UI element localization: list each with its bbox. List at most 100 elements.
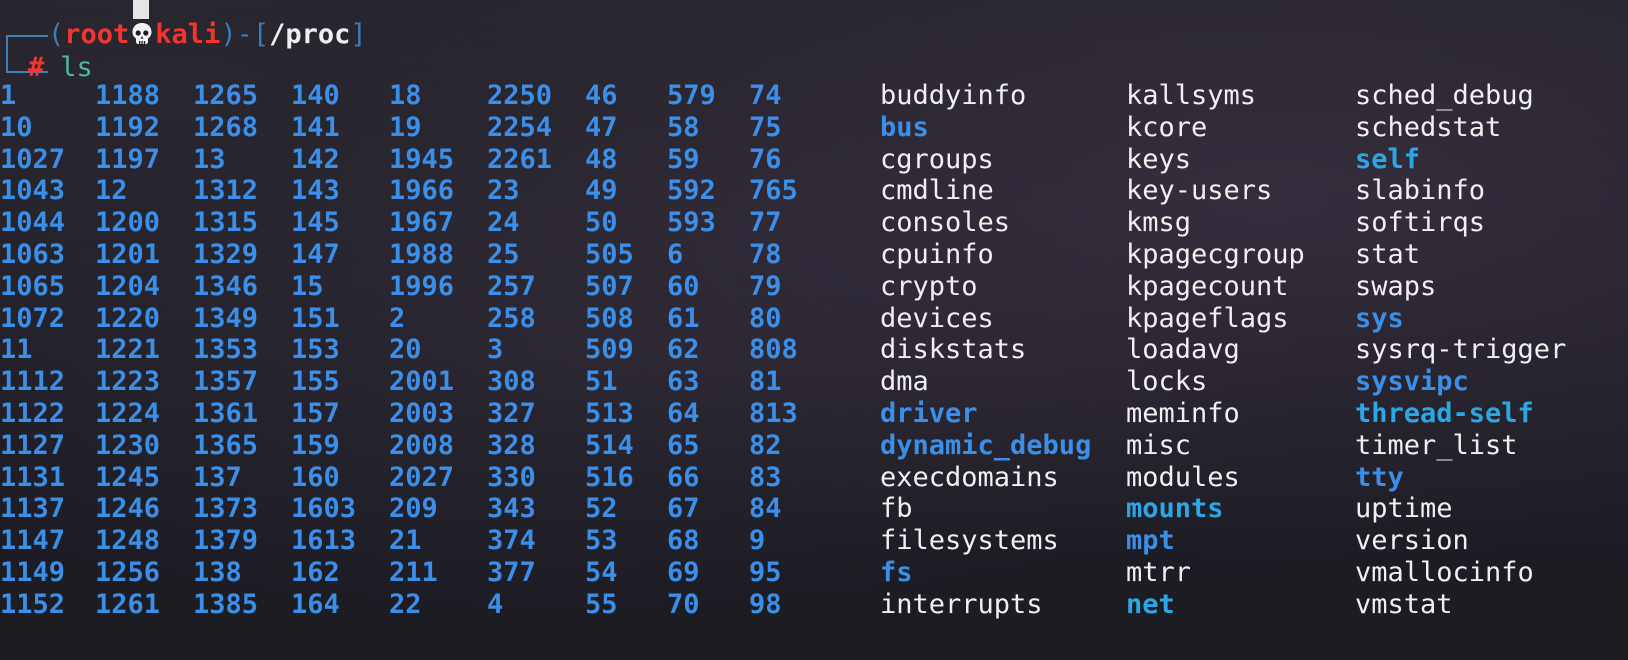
proc-pid-entry: 1966 — [389, 175, 455, 207]
proc-pid-entry: 1188 — [95, 80, 161, 111]
proc-pid-entry: 11 — [0, 334, 33, 366]
proc-pid-entry: 2 — [389, 302, 406, 334]
proc-pid-entry: 18 — [389, 80, 422, 111]
proc-pid-entry: 1996 — [389, 270, 455, 302]
proc-pid-entry: 153 — [291, 334, 340, 366]
proc-dir-entry: bus — [880, 111, 929, 143]
proc-file-entry: sched_debug — [1355, 80, 1534, 111]
proc-dir-entry: self — [1355, 143, 1421, 175]
proc-pid-entry: 2254 — [487, 111, 553, 143]
proc-pid-entry: 3 — [487, 334, 504, 366]
proc-file-entry: sysrq-trigger — [1355, 334, 1567, 366]
proc-pid-entry: 1065 — [0, 270, 66, 302]
proc-pid-entry: 69 — [667, 557, 700, 588]
proc-file-entry: kallsyms — [1126, 80, 1257, 111]
proc-pid-entry: 74 — [749, 80, 782, 111]
proc-pid-entry: 374 — [487, 525, 536, 557]
proc-pid-entry: 95 — [749, 557, 782, 588]
proc-pid-entry: 1613 — [291, 525, 357, 557]
proc-pid-entry: 159 — [291, 429, 340, 461]
proc-pid-entry: 50 — [585, 207, 618, 239]
proc-pid-entry: 70 — [667, 588, 700, 620]
proc-file-entry: cmdline — [880, 175, 994, 207]
proc-pid-entry: 813 — [749, 398, 798, 429]
proc-file-entry: timer_list — [1355, 429, 1518, 461]
proc-pid-entry: 1353 — [193, 334, 259, 366]
proc-pid-entry: 1137 — [0, 493, 66, 525]
proc-pid-entry: 1261 — [95, 588, 161, 620]
proc-pid-entry: 1315 — [193, 207, 259, 239]
proc-pid-entry: 55 — [585, 588, 618, 620]
proc-pid-entry: 258 — [487, 302, 536, 334]
proc-pid-entry: 51 — [585, 366, 618, 398]
proc-pid-entry: 1385 — [193, 588, 259, 620]
proc-pid-entry: 82 — [749, 429, 782, 461]
proc-file-entry: crypto — [880, 270, 978, 302]
command-text: ls — [60, 52, 93, 83]
proc-pid-entry: 2027 — [389, 461, 455, 493]
proc-pid-entry: 1204 — [95, 270, 161, 302]
proc-pid-entry: 81 — [749, 366, 782, 398]
proc-pid-entry: 1246 — [95, 493, 161, 525]
proc-file-entry: misc — [1126, 429, 1192, 461]
prompt-user: root — [64, 19, 130, 50]
proc-pid-entry: 1346 — [193, 270, 259, 302]
proc-file-entry: key-users — [1126, 175, 1273, 207]
proc-file-entry: keys — [1126, 143, 1192, 175]
proc-file-entry: version — [1355, 525, 1469, 557]
proc-pid-entry: 2008 — [389, 429, 455, 461]
proc-file-entry: fb — [880, 493, 913, 525]
proc-pid-entry: 516 — [585, 461, 634, 493]
proc-pid-entry: 508 — [585, 302, 634, 334]
proc-dir-entry: tty — [1355, 461, 1404, 493]
proc-pid-entry: 19 — [389, 111, 422, 143]
proc-dir-entry: mpt — [1126, 525, 1175, 557]
prompt-host: kali — [155, 19, 221, 50]
proc-pid-entry: 2001 — [389, 366, 455, 398]
proc-pid-entry: 1945 — [389, 143, 455, 175]
prompt-close-paren: )-[ — [220, 19, 270, 50]
proc-file-entry: schedstat — [1355, 111, 1502, 143]
proc-pid-entry: 1200 — [95, 207, 161, 239]
proc-dir-entry: net — [1126, 588, 1175, 620]
proc-dir-entry: fs — [880, 557, 913, 588]
proc-pid-entry: 58 — [667, 111, 700, 143]
proc-file-entry: diskstats — [880, 334, 1027, 366]
proc-pid-entry: 308 — [487, 366, 536, 398]
proc-pid-entry: 47 — [585, 111, 618, 143]
proc-dir-entry: driver — [880, 398, 978, 429]
proc-pid-entry: 157 — [291, 398, 340, 429]
proc-file-entry: stat — [1355, 239, 1421, 270]
proc-pid-entry: 138 — [193, 557, 242, 588]
proc-pid-entry: 155 — [291, 366, 340, 398]
proc-pid-entry: 1224 — [95, 398, 161, 429]
terminal-window[interactable]: (root kali)-[/proc] # ls 1 10 1027 1043 1044 10… — [0, 0, 1628, 660]
proc-pid-entry: 84 — [749, 493, 782, 525]
proc-pid-entry: 1365 — [193, 429, 259, 461]
proc-pid-entry: 211 — [389, 557, 438, 588]
proc-file-entry: kpagecount — [1126, 270, 1289, 302]
proc-pid-entry: 1152 — [0, 588, 66, 620]
proc-file-entry: dma — [880, 366, 929, 398]
proc-pid-entry: 68 — [667, 525, 700, 557]
proc-pid-entry: 2003 — [389, 398, 455, 429]
proc-pid-entry: 1197 — [95, 143, 161, 175]
proc-pid-entry: 509 — [585, 334, 634, 366]
proc-pid-entry: 1265 — [193, 80, 259, 111]
proc-pid-entry: 54 — [585, 557, 618, 588]
proc-pid-entry: 257 — [487, 270, 536, 302]
proc-pid-entry: 137 — [193, 461, 242, 493]
skull-icon — [131, 17, 153, 44]
proc-dir-entry: sysvipc — [1355, 366, 1469, 398]
proc-file-entry: modules — [1126, 461, 1240, 493]
proc-pid-entry: 2261 — [487, 143, 553, 175]
proc-file-entry: execdomains — [880, 461, 1059, 493]
proc-pid-entry: 1192 — [95, 111, 161, 143]
proc-file-entry: uptime — [1355, 493, 1453, 525]
proc-pid-entry: 48 — [585, 143, 618, 175]
proc-pid-entry: 1127 — [0, 429, 66, 461]
proc-pid-entry: 1221 — [95, 334, 161, 366]
proc-pid-entry: 1223 — [95, 366, 161, 398]
proc-pid-entry: 1131 — [0, 461, 66, 493]
proc-dir-entry: thread-self — [1355, 398, 1534, 429]
